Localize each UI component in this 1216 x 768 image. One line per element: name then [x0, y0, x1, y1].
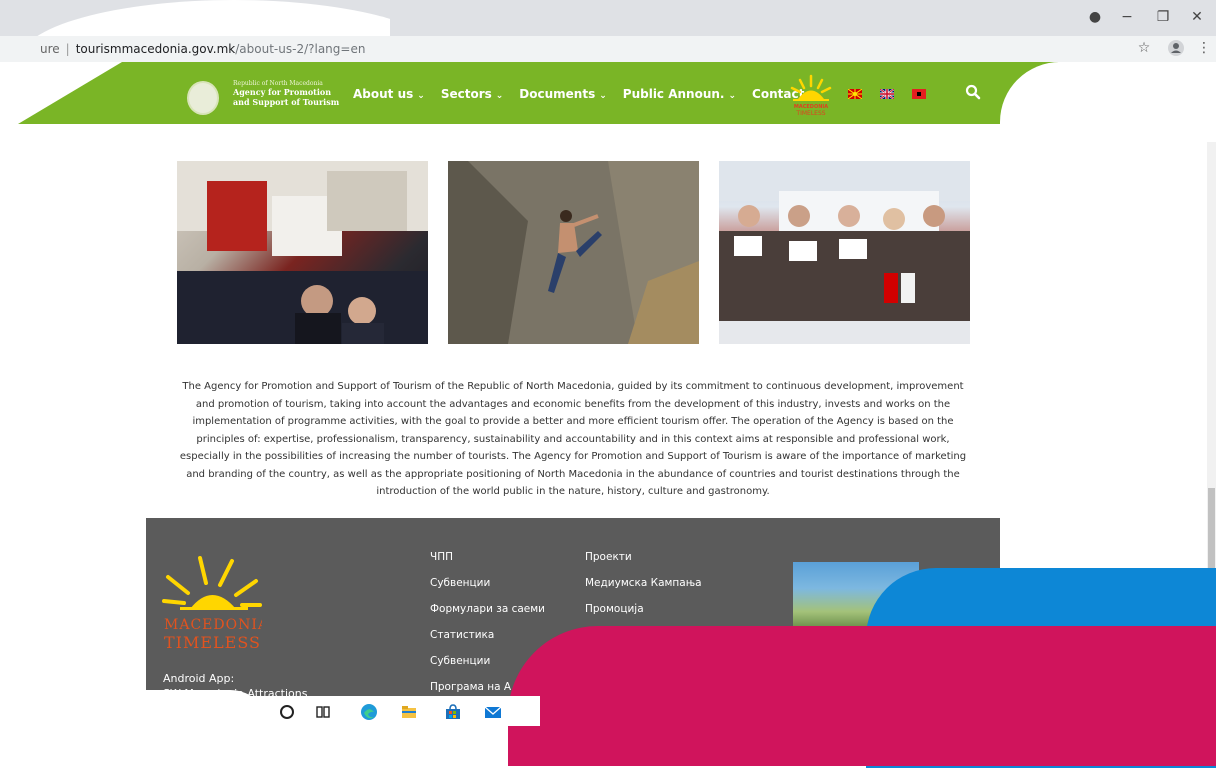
- edge-icon[interactable]: [360, 703, 378, 721]
- url-field[interactable]: ure | tourismmacedonia.gov.mk/about-us-2/?…: [40, 38, 1140, 60]
- android-app-label: Android App:: [163, 672, 235, 685]
- profile-icon[interactable]: ●: [1084, 8, 1106, 26]
- chevron-down-icon: ⌄: [728, 91, 737, 101]
- footer-logo-line2: TIMELESS: [164, 633, 261, 651]
- footer-link[interactable]: Промоција: [585, 596, 702, 622]
- security-label: ure: [40, 42, 60, 56]
- search-icon[interactable]: [965, 84, 981, 104]
- scrollbar-thumb[interactable]: [1208, 488, 1215, 568]
- task-view-icon[interactable]: [314, 703, 332, 721]
- nav-right-decor: [1000, 62, 1216, 124]
- minimize-icon[interactable]: −: [1116, 8, 1138, 26]
- flag-uk-icon[interactable]: [880, 89, 894, 99]
- footer-link[interactable]: Статистика: [430, 622, 545, 648]
- mail-icon[interactable]: [484, 703, 502, 721]
- close-icon[interactable]: ✕: [1186, 8, 1208, 26]
- chevron-down-icon: ⌄: [495, 91, 504, 101]
- decor-red-shape: [508, 626, 1216, 766]
- url-host: tourismmacedonia.gov.mk: [75, 42, 236, 56]
- footer-links-col2: Проекти Медиумска Кампања Промоција: [585, 544, 702, 622]
- brand-agency-line2: and Support of Tourism: [233, 97, 340, 107]
- footer-macedonia-timeless-logo[interactable]: MACEDONIA TIMELESS: [162, 555, 262, 651]
- menu-public-announcements[interactable]: Public Announ. ⌄: [623, 87, 736, 101]
- browser-menu-icon[interactable]: ⋮: [1194, 40, 1214, 56]
- svg-text:TIMELESS: TIMELESS: [795, 110, 825, 117]
- chevron-down-icon: ⌄: [417, 91, 425, 101]
- footer-link[interactable]: ЧПП: [430, 544, 545, 570]
- photo-rock-climbing: [448, 161, 699, 344]
- coat-of-arms-icon[interactable]: [187, 81, 219, 115]
- photo-tourism-fair: [177, 161, 428, 344]
- restore-icon[interactable]: ❐: [1152, 8, 1174, 26]
- brand-country: Republic of North Macedonia: [233, 80, 323, 87]
- footer-link[interactable]: Субвенции: [430, 570, 545, 596]
- menu-documents[interactable]: Documents ⌄: [519, 87, 606, 101]
- footer-link[interactable]: Формулари за саеми: [430, 596, 545, 622]
- url-path: /about-us-2/?lang=en: [235, 42, 366, 56]
- footer-link[interactable]: Медиумска Кампања: [585, 570, 702, 596]
- menu-sectors[interactable]: Sectors ⌄: [441, 87, 503, 101]
- about-intro-text: The Agency for Promotion and Support of …: [179, 381, 967, 497]
- flag-macedonia-icon[interactable]: [848, 89, 862, 99]
- url-separator: |: [65, 42, 70, 56]
- cortana-icon[interactable]: [278, 703, 296, 721]
- macedonia-timeless-logo[interactable]: MACEDONIA TIMELESS: [788, 72, 834, 118]
- chevron-down-icon: ⌄: [599, 91, 607, 101]
- store-icon[interactable]: [444, 703, 462, 721]
- footer-link[interactable]: Проекти: [585, 544, 702, 570]
- bookmark-star-icon[interactable]: ☆: [1134, 40, 1154, 56]
- menu-about-us[interactable]: About us ⌄: [353, 87, 425, 101]
- account-icon[interactable]: [1166, 40, 1186, 60]
- footer-logo-line1: MACEDONIA: [164, 617, 262, 633]
- main-menu: About us ⌄ Sectors ⌄ Documents ⌄ Public Ann…: [353, 87, 816, 101]
- brand-block[interactable]: Republic of North Macedonia Agency for P…: [233, 80, 339, 107]
- flag-albania-icon[interactable]: [912, 89, 926, 99]
- taskbar: [140, 696, 540, 726]
- photo-press-conference: [719, 161, 970, 344]
- brand-agency-line1: Agency for Promotion: [233, 87, 332, 97]
- file-explorer-icon[interactable]: [400, 703, 418, 721]
